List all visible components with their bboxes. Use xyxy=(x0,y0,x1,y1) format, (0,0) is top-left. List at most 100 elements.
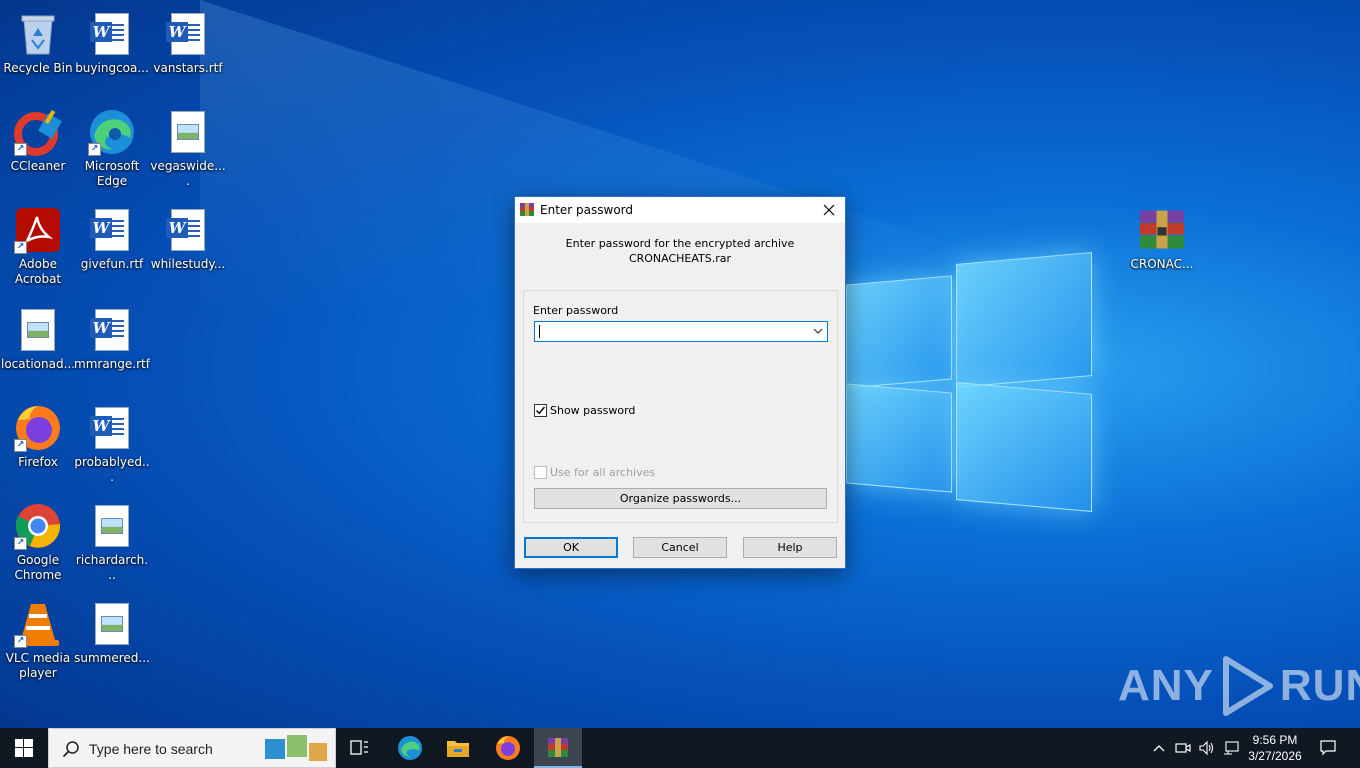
desktop-icon[interactable]: ↗ CCleaner xyxy=(0,108,76,174)
taskbar-winrar[interactable] xyxy=(534,728,582,768)
message-line-1: Enter password for the encrypted archive xyxy=(565,237,795,250)
desktop-icon-label: vegaswide.... xyxy=(150,159,226,188)
chevron-down-icon[interactable] xyxy=(813,326,823,336)
desktop-icon-label: locationad... xyxy=(0,357,76,371)
desktop-icon-label: summered... xyxy=(74,651,150,665)
chevron-up-icon xyxy=(1153,745,1165,752)
shortcut-arrow-icon: ↗ xyxy=(14,241,27,254)
close-button[interactable] xyxy=(813,197,845,223)
desktop-icon-label: whilestudy... xyxy=(150,257,226,271)
search-placeholder: Type here to search xyxy=(89,741,213,757)
desktop-icon[interactable]: richardarch... xyxy=(74,502,150,583)
firefox-icon xyxy=(496,736,520,760)
desktop-icon[interactable]: ↗ Adobe Acrobat xyxy=(0,206,76,287)
desktop-icon-label: VLC media player xyxy=(5,651,71,680)
desktop-icon-label: buyingcoa... xyxy=(75,61,149,75)
password-input[interactable] xyxy=(534,321,828,342)
desktop-icon[interactable]: Wmmrange.rtf xyxy=(74,306,150,372)
edge-icon: ↗ xyxy=(88,108,136,156)
password-group: Enter password Show password Use for all… xyxy=(523,290,838,523)
desktop-icon[interactable]: summered... xyxy=(74,600,150,666)
shortcut-arrow-icon: ↗ xyxy=(14,439,27,452)
file-explorer-icon xyxy=(447,741,469,757)
desktop-icon-label: richardarch... xyxy=(75,553,149,582)
desktop-icon[interactable]: ↗ Firefox xyxy=(0,404,76,470)
desktop-icon[interactable]: Recycle Bin xyxy=(0,10,76,76)
winrar-icon xyxy=(548,738,568,757)
notification-icon xyxy=(1320,740,1336,756)
taskbar-file-explorer[interactable] xyxy=(434,728,482,768)
desktop-icon[interactable]: ↗ VLC media player xyxy=(0,600,76,681)
archive-name: CRONACHEATS.rar xyxy=(628,252,732,265)
checkmark-icon xyxy=(535,406,546,415)
desktop-icon[interactable]: ↗ Microsoft Edge xyxy=(74,108,150,189)
task-view-icon xyxy=(350,740,368,755)
use-for-all-label: Use for all archives xyxy=(550,466,656,479)
show-password-checkbox[interactable]: Show password xyxy=(534,404,635,417)
ok-button[interactable]: OK xyxy=(524,537,618,558)
help-button[interactable]: Help xyxy=(743,537,837,558)
show-hidden-icons-button[interactable] xyxy=(1148,728,1170,768)
action-center-button[interactable] xyxy=(1316,728,1340,768)
volume-button[interactable] xyxy=(1196,728,1218,768)
desktop-icon[interactable]: Wwhilestudy... xyxy=(150,206,226,272)
word-document-icon: W xyxy=(164,10,212,58)
cancel-button[interactable]: Cancel xyxy=(633,537,727,558)
desktop-icon[interactable]: Wbuyingcoa... xyxy=(74,10,150,76)
desktop-icon[interactable]: vegaswide.... xyxy=(150,108,226,189)
speaker-icon xyxy=(1199,741,1214,755)
use-for-all-archives-checkbox[interactable]: Use for all archives xyxy=(534,466,655,479)
ccleaner-icon: ↗ xyxy=(14,108,62,156)
show-password-checkbox-box[interactable] xyxy=(534,404,547,417)
show-password-label: Show password xyxy=(550,404,636,417)
desktop-icon[interactable]: Wvanstars.rtf xyxy=(150,10,226,76)
recycle-bin-icon xyxy=(14,10,62,58)
desktop-icon-label: CCleaner xyxy=(10,159,66,173)
enter-password-dialog: Enter password Enter password for the en… xyxy=(514,196,846,569)
organize-passwords-button[interactable]: Organize passwords... xyxy=(534,488,827,509)
use-for-all-checkbox-box[interactable] xyxy=(534,466,547,479)
vlc-icon: ↗ xyxy=(14,600,62,648)
word-document-icon: W xyxy=(88,10,136,58)
clock-time: 9:56 PM xyxy=(1252,733,1298,747)
taskbar-clock[interactable]: 9:56 PM 3/27/2026 xyxy=(1240,732,1310,764)
shortcut-arrow-icon: ↗ xyxy=(88,143,101,156)
image-file-icon xyxy=(88,600,136,648)
camera-icon xyxy=(1175,743,1191,753)
close-icon xyxy=(823,204,835,216)
desktop-icon-label: CRONAC... xyxy=(1130,257,1194,271)
desktop-icon-label: Firefox xyxy=(18,455,58,469)
desktop-icon[interactable]: Wprobablyed... xyxy=(74,404,150,485)
search-icon xyxy=(62,741,79,758)
desktop-icon-label: givefun.rtf xyxy=(80,257,144,271)
desktop-icon[interactable]: locationad... xyxy=(0,306,76,372)
windows-wallpaper-logo xyxy=(846,252,1094,512)
windows-start-icon xyxy=(15,739,33,757)
text-caret xyxy=(539,325,540,338)
image-file-icon xyxy=(164,108,212,156)
taskbar-search-box[interactable]: Type here to search xyxy=(48,728,336,768)
desktop-icon[interactable]: Wgivefun.rtf xyxy=(74,206,150,272)
desktop-icon-label: Google Chrome xyxy=(14,553,62,582)
desktop-icon-label: vanstars.rtf xyxy=(153,61,223,75)
play-icon xyxy=(1222,656,1273,716)
desktop-icon-label: probablyed... xyxy=(74,455,150,484)
desktop-icon-label: Adobe Acrobat xyxy=(14,257,62,286)
desktop-icon[interactable]: CRONAC... xyxy=(1124,206,1200,272)
shortcut-arrow-icon: ↗ xyxy=(14,537,27,550)
task-view-button[interactable] xyxy=(336,728,384,768)
winrar-archive-icon xyxy=(1138,206,1186,254)
password-label: Enter password xyxy=(533,304,619,317)
taskbar-firefox[interactable] xyxy=(484,728,532,768)
winrar-icon xyxy=(520,203,534,216)
network-button[interactable] xyxy=(1220,728,1242,768)
taskbar-edge[interactable] xyxy=(386,728,434,768)
dialog-titlebar[interactable]: Enter password xyxy=(515,197,845,223)
dialog-message: Enter password for the encrypted archive… xyxy=(515,236,845,266)
meet-now-button[interactable] xyxy=(1172,728,1194,768)
clock-date: 3/27/2026 xyxy=(1248,749,1302,763)
desktop-icon[interactable]: ↗ Google Chrome xyxy=(0,502,76,583)
image-file-icon xyxy=(14,306,62,354)
word-document-icon: W xyxy=(88,206,136,254)
start-button[interactable] xyxy=(0,728,48,768)
